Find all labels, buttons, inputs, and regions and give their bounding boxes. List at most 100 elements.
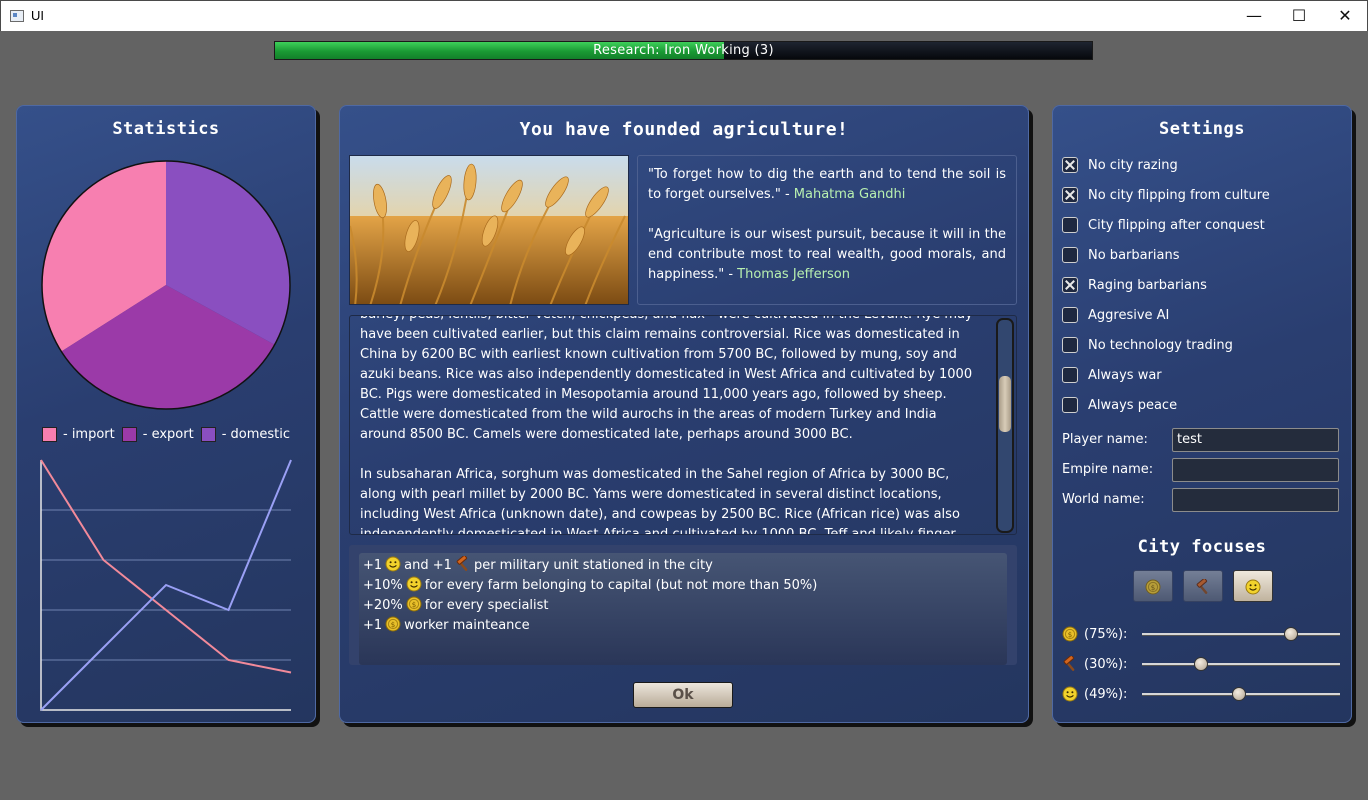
focus-slider-row: (49%): [1062, 684, 1340, 704]
settings-title: Settings [1159, 119, 1245, 139]
world-name-label: World name: [1062, 492, 1145, 507]
setting-option[interactable]: No technology trading [1062, 335, 1233, 355]
slider-knob[interactable] [1194, 657, 1209, 671]
focus-button-hammer[interactable] [1183, 570, 1223, 602]
slider-track[interactable] [1142, 627, 1340, 641]
slider-knob[interactable] [1283, 627, 1298, 641]
setting-label: No city flipping from culture [1088, 187, 1270, 203]
article-scroll-area[interactable]: barley, peas, lentils, bitter vetch, chi… [349, 315, 1017, 535]
setting-label: Aggresive AI [1088, 307, 1170, 323]
setting-option[interactable]: Aggresive AI [1062, 305, 1169, 325]
wheat-field-image [349, 155, 629, 305]
minimize-button[interactable]: — [1231, 1, 1277, 31]
legend-item: - export [121, 427, 194, 442]
bonus-line: +20% $ for every specialist [363, 596, 549, 613]
slider-label: (30%): [1062, 656, 1127, 673]
setting-checkbox[interactable] [1062, 157, 1078, 173]
trade-pie-chart [41, 160, 291, 410]
slider-track[interactable] [1142, 657, 1340, 671]
slider-label: (49%): [1062, 686, 1127, 703]
legend-swatch [42, 427, 57, 442]
article-scrollbar-thumb[interactable] [999, 376, 1011, 432]
agriculture-dialog: You have founded agriculture! "To forget… [339, 105, 1029, 723]
setting-option[interactable]: City flipping after conquest [1062, 215, 1265, 235]
setting-checkbox[interactable] [1062, 217, 1078, 233]
setting-option[interactable]: Always war [1062, 365, 1162, 385]
setting-checkbox[interactable] [1062, 187, 1078, 203]
legend-item: - import [42, 427, 115, 442]
statistics-title: Statistics [112, 119, 220, 139]
maximize-button[interactable]: ☐ [1276, 1, 1322, 31]
legend-swatch [200, 427, 216, 442]
setting-label: City flipping after conquest [1088, 217, 1265, 233]
setting-option[interactable]: Raging barbarians [1062, 275, 1207, 295]
legend-label: - domestic [221, 427, 291, 442]
slider-track[interactable] [1142, 687, 1340, 701]
svg-text:$: $ [1151, 584, 1155, 592]
player-name-input[interactable]: test [1172, 428, 1339, 452]
player-name-label: Player name: [1062, 432, 1148, 447]
research-label: Research: Iron Working (3) [593, 43, 774, 58]
bonuses-list: +1 and +1 per military unit stationed in t… [359, 553, 1007, 665]
setting-option[interactable]: Always peace [1062, 395, 1177, 415]
smiley-icon [1242, 577, 1264, 596]
legend-label: - export [142, 427, 194, 442]
hammer-icon [1059, 656, 1081, 673]
series-line-1 [40, 459, 292, 674]
setting-checkbox[interactable] [1062, 397, 1078, 413]
bonus-line: +10% for every farm belonging to capital … [363, 576, 818, 593]
setting-checkbox[interactable] [1062, 337, 1078, 353]
setting-option[interactable]: No city razing [1062, 155, 1178, 175]
research-progress-bar[interactable]: Research: Iron Working (3) [274, 41, 1093, 60]
setting-label: Always war [1088, 367, 1162, 383]
setting-option[interactable]: No city flipping from culture [1062, 185, 1270, 205]
focus-slider-row: (30%): [1062, 654, 1340, 674]
quote-author-2: Thomas Jefferson [737, 267, 850, 282]
bonus-line: +1 $ worker mainteance [363, 616, 530, 633]
quote-2: "Agriculture is our wisest pursuit, beca… [648, 227, 1006, 282]
focus-button-coin[interactable]: $ [1133, 570, 1173, 602]
setting-checkbox[interactable] [1062, 247, 1078, 263]
hammer-icon [452, 556, 474, 573]
empire-name-input[interactable] [1172, 458, 1339, 482]
coin-icon: $ [1059, 626, 1081, 643]
city-focuses-title: City focuses [1137, 537, 1267, 557]
ok-button[interactable]: Ok [633, 682, 733, 708]
window-titlebar: UI — ☐ ✕ [0, 0, 1368, 31]
settings-panel: Settings No city razing No city flipping … [1052, 105, 1352, 723]
setting-checkbox[interactable] [1062, 307, 1078, 323]
bonuses-box: +1 and +1 per military unit stationed in t… [349, 545, 1017, 665]
setting-checkbox[interactable] [1062, 277, 1078, 293]
article-text: barley, peas, lentils, bitter vetch, chi… [360, 316, 980, 535]
bonus-line: +1 and +1 per military unit stationed in t… [363, 556, 1003, 576]
legend-swatch [121, 427, 137, 442]
quote-author-1: Mahatma Gandhi [793, 187, 906, 202]
world-name-input[interactable] [1172, 488, 1339, 512]
svg-text:$: $ [412, 601, 416, 609]
slider-knob[interactable] [1232, 687, 1247, 701]
article-paragraph: In subsaharan Africa, sorghum was domest… [360, 467, 960, 535]
setting-checkbox[interactable] [1062, 367, 1078, 383]
slider-label: $ (75%): [1062, 626, 1127, 643]
empire-name-label: Empire name: [1062, 462, 1154, 477]
series-line-2 [40, 459, 292, 711]
smiley-icon [382, 556, 404, 573]
article-scrollbar[interactable] [996, 318, 1014, 533]
dialog-title: You have founded agriculture! [519, 119, 849, 140]
close-button[interactable]: ✕ [1322, 1, 1368, 31]
setting-label: Raging barbarians [1088, 277, 1207, 293]
quote-1: "To forget how to dig the earth and to t… [648, 167, 1006, 202]
trade-line-chart [40, 459, 292, 711]
app-icon [10, 10, 24, 22]
coin-icon: $ [382, 616, 404, 633]
setting-label: Always peace [1088, 397, 1178, 413]
setting-option[interactable]: No barbarians [1062, 245, 1180, 265]
coin-icon: $ [403, 596, 425, 613]
focus-button-smiley[interactable] [1233, 570, 1273, 602]
svg-text:$: $ [1068, 631, 1072, 639]
setting-label: No city razing [1088, 157, 1178, 173]
hammer-icon [1192, 577, 1214, 596]
statistics-panel: Statistics - import - export - domestic [16, 105, 316, 723]
setting-label: No technology trading [1088, 337, 1233, 353]
window-title: UI [31, 8, 44, 23]
